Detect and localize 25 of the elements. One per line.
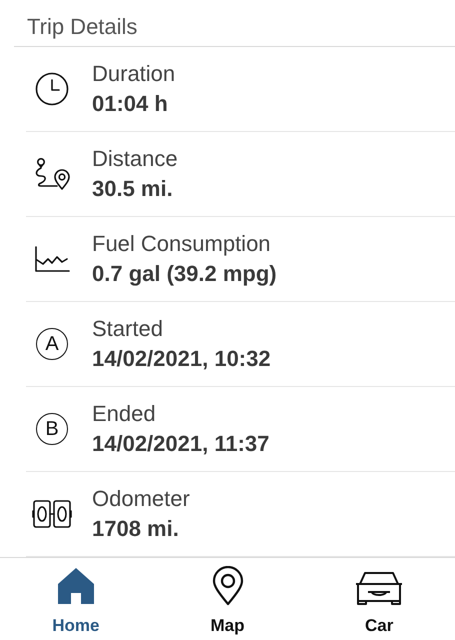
tab[interactable]: Map bbox=[152, 558, 304, 640]
circled-letter-icon: B bbox=[36, 413, 68, 445]
detail-value: 0.7 gal (39.2 mpg) bbox=[92, 261, 277, 287]
circled-letter-icon: A bbox=[36, 328, 68, 360]
car-icon bbox=[354, 570, 404, 606]
odometer-icon bbox=[32, 499, 72, 529]
map-pin-icon bbox=[212, 566, 244, 606]
detail-label: Distance bbox=[92, 146, 178, 172]
detail-value: 14/02/2021, 11:37 bbox=[92, 431, 270, 457]
detail-label: Ended bbox=[92, 401, 157, 427]
detail-label: Fuel Consumption bbox=[92, 231, 272, 257]
route-icon bbox=[34, 157, 70, 191]
tab[interactable]: Home bbox=[0, 558, 152, 640]
chart-icon bbox=[34, 245, 70, 273]
detail-label: Started bbox=[92, 316, 164, 342]
home-icon bbox=[56, 566, 96, 606]
page-title: Trip Details bbox=[14, 14, 455, 47]
detail-value: 30.5 mi. bbox=[92, 176, 174, 202]
detail-label: Duration bbox=[92, 61, 176, 87]
clock-icon bbox=[35, 72, 69, 106]
detail-label: Odometer bbox=[92, 486, 190, 512]
detail-value: 14/02/2021, 10:32 bbox=[92, 346, 271, 372]
detail-value: 01:04 h bbox=[92, 91, 169, 117]
tab[interactable]: Car bbox=[303, 558, 455, 640]
detail-value: 1708 mi. bbox=[92, 516, 180, 542]
